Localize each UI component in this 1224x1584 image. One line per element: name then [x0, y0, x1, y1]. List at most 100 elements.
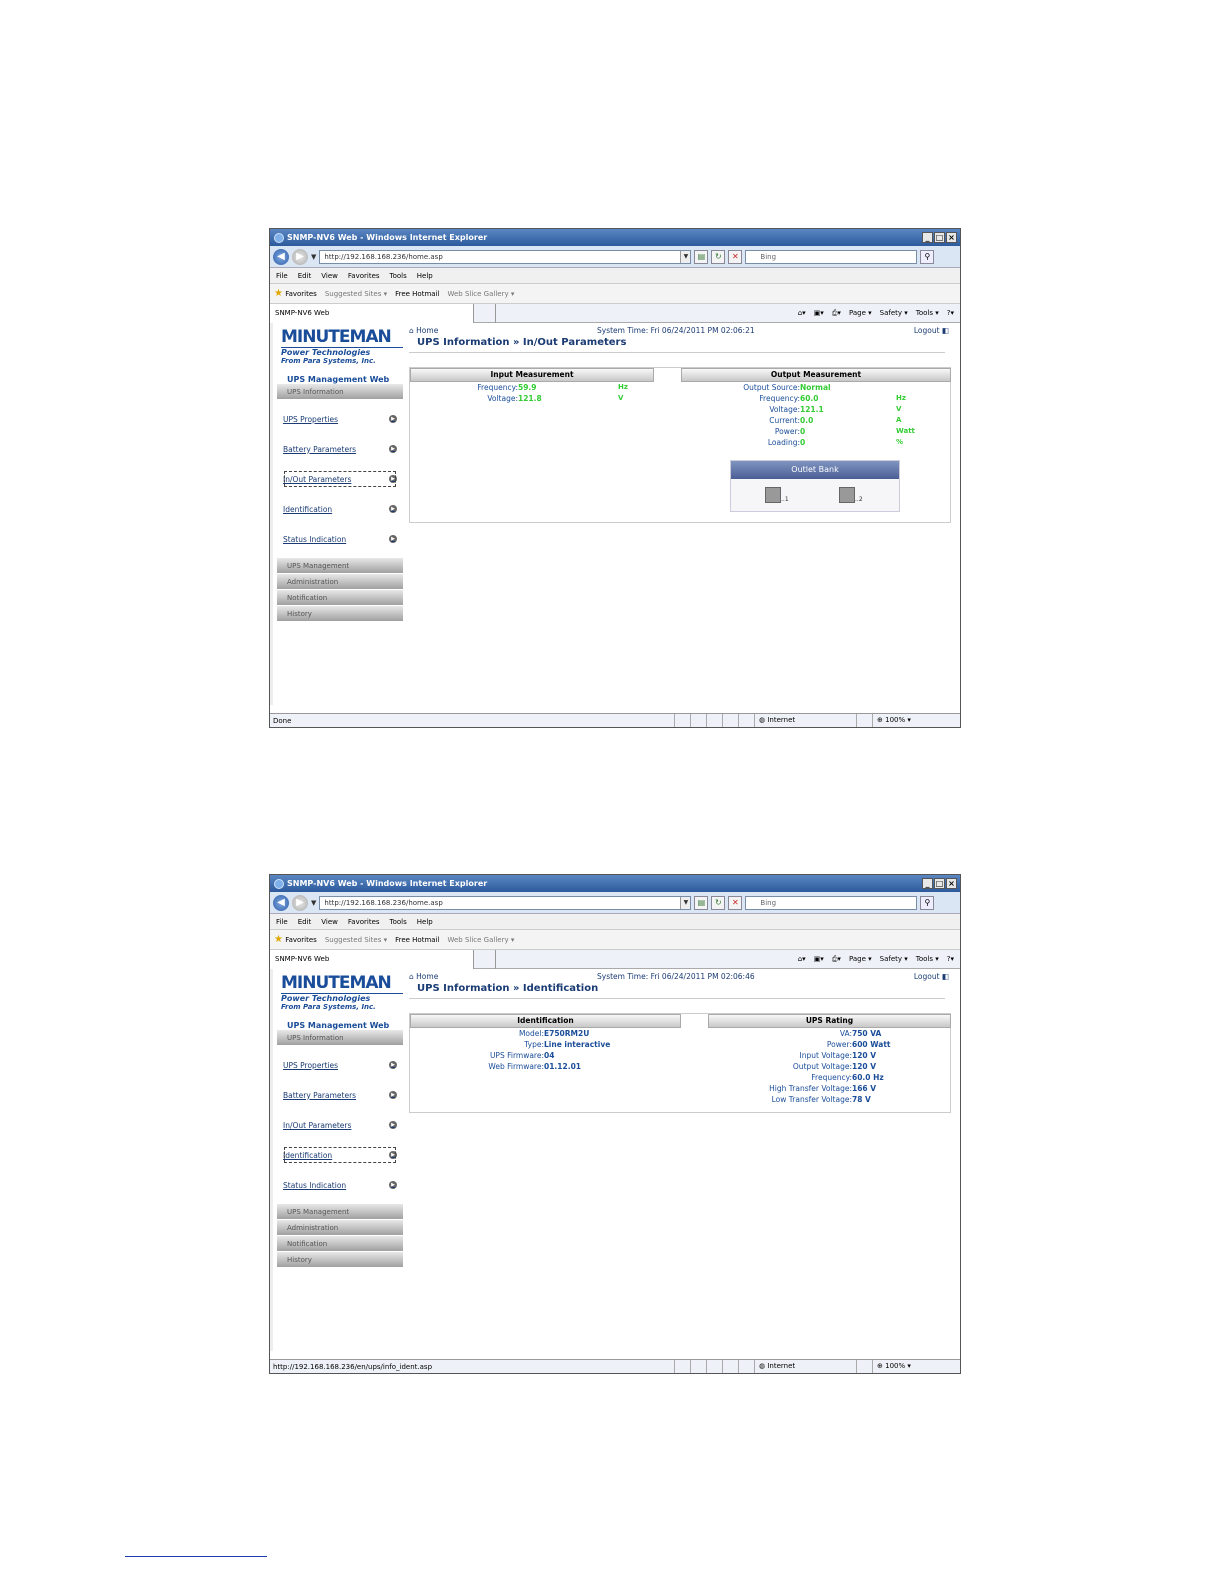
menu-favorites[interactable]: Favorites — [348, 272, 380, 280]
menu-view[interactable]: View — [321, 272, 338, 280]
home-link[interactable]: ⌂ Home — [409, 326, 438, 335]
print-icon[interactable]: ⎙▾ — [832, 955, 841, 964]
section-ups-information[interactable]: UPS Information — [277, 1030, 403, 1046]
nav-status-indication[interactable]: Status Indication ▶ — [277, 1170, 403, 1200]
outlet-1[interactable]: ..1 — [765, 487, 789, 503]
safety-menu[interactable]: Safety ▾ — [880, 309, 908, 318]
help-icon[interactable]: ?▾ — [947, 955, 954, 964]
stop-icon[interactable]: ✕ — [728, 895, 743, 910]
feeds-icon[interactable]: ▣▾ — [814, 309, 824, 318]
url-field[interactable]: http://192.168.168.236/home.asp ▼ — [319, 895, 692, 910]
section-ups-management[interactable]: UPS Management — [277, 558, 403, 574]
logout-link[interactable]: Logout ◧ — [914, 972, 949, 981]
back-button[interactable]: ◀ — [273, 248, 289, 265]
url-field[interactable]: http://192.168.168.236/home.asp ▼ — [319, 249, 692, 264]
home-link[interactable]: ⌂ Home — [409, 972, 438, 981]
home-icon[interactable]: ⌂▾ — [798, 955, 806, 964]
close-window-button[interactable]: × — [946, 232, 957, 243]
minimize-button[interactable]: _ — [922, 232, 933, 243]
ie-logo-icon — [274, 232, 284, 243]
tab-snmp-web[interactable]: SNMP-NV6 Web — [270, 949, 474, 969]
safety-menu[interactable]: Safety ▾ — [880, 955, 908, 964]
section-notification[interactable]: Notification — [277, 590, 403, 606]
compatibility-icon[interactable]: ▤ — [694, 895, 709, 910]
close-window-button[interactable]: × — [946, 878, 957, 889]
url-dropdown-icon[interactable]: ▼ — [680, 250, 691, 263]
menu-help[interactable]: Help — [417, 272, 433, 280]
forward-button[interactable]: ▶ — [292, 248, 308, 265]
search-input[interactable]: Bing — [745, 895, 918, 910]
arrow-right-icon: ▶ — [389, 1121, 397, 1129]
favorites-button[interactable]: ★ Favorites — [274, 934, 317, 945]
minimize-button[interactable]: _ — [922, 878, 933, 889]
section-ups-information[interactable]: UPS Information — [277, 384, 403, 400]
favorites-button[interactable]: ★ Favorites — [274, 288, 317, 299]
logout-link[interactable]: Logout ◧ — [914, 326, 949, 335]
suggested-sites-link[interactable]: Suggested Sites ▾ — [325, 290, 387, 298]
web-slice-gallery-link[interactable]: Web Slice Gallery ▾ — [447, 290, 514, 298]
outlet-2[interactable]: ..2 — [839, 487, 863, 503]
nav-ups-properties[interactable]: UPS Properties ▶ — [277, 1050, 403, 1080]
free-hotmail-link[interactable]: Free Hotmail — [395, 936, 439, 944]
menu-edit[interactable]: Edit — [298, 918, 312, 926]
menu-help[interactable]: Help — [417, 918, 433, 926]
section-administration[interactable]: Administration — [277, 574, 403, 590]
section-administration[interactable]: Administration — [277, 1220, 403, 1236]
menu-edit[interactable]: Edit — [298, 272, 312, 280]
web-slice-gallery-link[interactable]: Web Slice Gallery ▾ — [447, 936, 514, 944]
feeds-icon[interactable]: ▣▾ — [814, 955, 824, 964]
url-dropdown-icon[interactable]: ▼ — [680, 896, 691, 909]
menu-file[interactable]: File — [276, 918, 288, 926]
search-icon[interactable]: ⚲ — [920, 895, 935, 910]
nav-inout-parameters[interactable]: In/Out Parameters ▶ — [277, 464, 403, 494]
compatibility-icon[interactable]: ▤ — [694, 249, 709, 264]
history-dropdown-icon[interactable]: ▼ — [311, 253, 316, 261]
zoom-level[interactable]: ⊕ 100% ▾ — [872, 714, 960, 727]
page-menu[interactable]: Page ▾ — [849, 309, 872, 318]
protected-mode-icon[interactable] — [856, 714, 872, 727]
section-history[interactable]: History — [277, 606, 403, 622]
maximize-button[interactable]: □ — [934, 232, 945, 243]
menu-favorites[interactable]: Favorites — [348, 918, 380, 926]
menu-view[interactable]: View — [321, 918, 338, 926]
arrow-right-icon: ▶ — [389, 415, 397, 423]
nav-battery-parameters[interactable]: Battery Parameters ▶ — [277, 434, 403, 464]
free-hotmail-link[interactable]: Free Hotmail — [395, 290, 439, 298]
page-menu[interactable]: Page ▾ — [849, 955, 872, 964]
new-tab-button[interactable] — [474, 303, 496, 323]
nav-identification[interactable]: Identification ▶ — [277, 494, 403, 524]
nav-identification[interactable]: Identification ▶ — [277, 1140, 403, 1170]
section-history[interactable]: History — [277, 1252, 403, 1268]
nav-inout-parameters[interactable]: In/Out Parameters ▶ — [277, 1110, 403, 1140]
tools-menu[interactable]: Tools ▾ — [916, 309, 939, 318]
home-icon[interactable]: ⌂▾ — [798, 309, 806, 318]
search-icon[interactable]: ⚲ — [920, 249, 935, 264]
section-notification[interactable]: Notification — [277, 1236, 403, 1252]
refresh-icon[interactable]: ↻ — [711, 895, 726, 910]
tab-snmp-web[interactable]: SNMP-NV6 Web — [270, 303, 474, 323]
output-source-row: Output Source:Normal — [743, 383, 831, 392]
url-path: /home.asp — [405, 252, 443, 261]
section-ups-management[interactable]: UPS Management — [277, 1204, 403, 1220]
menu-file[interactable]: File — [276, 272, 288, 280]
maximize-button[interactable]: □ — [934, 878, 945, 889]
print-icon[interactable]: ⎙▾ — [832, 309, 841, 318]
protected-mode-icon[interactable] — [856, 1360, 872, 1373]
history-dropdown-icon[interactable]: ▼ — [311, 899, 316, 907]
nav-battery-parameters[interactable]: Battery Parameters ▶ — [277, 1080, 403, 1110]
forward-button[interactable]: ▶ — [292, 894, 308, 911]
new-tab-button[interactable] — [474, 949, 496, 969]
status-text: http://192.168.168.236/en/ups/info_ident… — [273, 1362, 433, 1371]
zoom-level[interactable]: ⊕ 100% ▾ — [872, 1360, 960, 1373]
tools-menu[interactable]: Tools ▾ — [916, 955, 939, 964]
search-input[interactable]: Bing — [745, 249, 918, 264]
stop-icon[interactable]: ✕ — [728, 249, 743, 264]
nav-status-indication[interactable]: Status Indication ▶ — [277, 524, 403, 554]
back-button[interactable]: ◀ — [273, 894, 289, 911]
menu-tools[interactable]: Tools — [390, 272, 407, 280]
nav-ups-properties[interactable]: UPS Properties ▶ — [277, 404, 403, 434]
help-icon[interactable]: ?▾ — [947, 309, 954, 318]
suggested-sites-link[interactable]: Suggested Sites ▾ — [325, 936, 387, 944]
refresh-icon[interactable]: ↻ — [711, 249, 726, 264]
menu-tools[interactable]: Tools — [390, 918, 407, 926]
